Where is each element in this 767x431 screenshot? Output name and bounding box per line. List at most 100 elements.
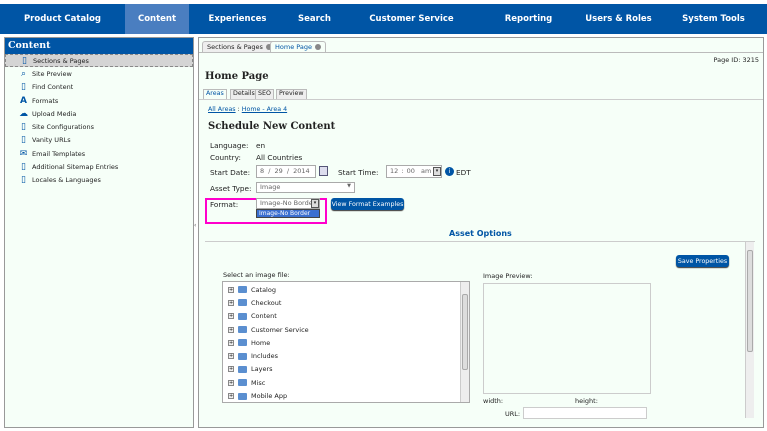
sidebar-item-vanity-urls[interactable]: ▯ Vanity URLs	[5, 134, 193, 147]
chevron-down-icon: ▼	[347, 183, 351, 189]
expand-icon[interactable]: +	[228, 366, 234, 373]
chevron-down-icon[interactable]: ▾	[311, 199, 319, 208]
expand-icon[interactable]: +	[228, 326, 234, 333]
tab-home-page[interactable]: Home Page	[270, 41, 326, 52]
asset-scrollbar[interactable]	[745, 242, 754, 418]
country-value: All Countries	[256, 153, 303, 162]
tab-sections-pages[interactable]: Sections & Pages	[202, 41, 277, 52]
expand-icon[interactable]: +	[228, 299, 234, 306]
page-icon: ▯	[22, 55, 27, 66]
nav-reporting[interactable]: Reporting	[480, 4, 577, 34]
nav-content[interactable]: Content	[125, 4, 189, 34]
nav-search[interactable]: Search	[286, 4, 343, 34]
collapse-handle[interactable]: ‹	[194, 222, 197, 234]
tree-folder-customer-service[interactable]: + Customer Service	[223, 323, 469, 336]
nav-users-roles[interactable]: Users & Roles	[577, 4, 660, 34]
url-input[interactable]	[523, 407, 647, 419]
month: 8	[260, 167, 265, 175]
format-option[interactable]: Image-No Border	[256, 209, 320, 218]
height-label: height:	[575, 397, 598, 405]
tree-folder-includes[interactable]: + Includes	[223, 349, 469, 362]
language-label: Language:	[210, 141, 249, 150]
sidebar-item-additional-sitemap[interactable]: ▯ Additional Sitemap Entries	[5, 160, 193, 173]
folder-icon	[238, 286, 247, 294]
expand-icon[interactable]: +	[228, 313, 234, 320]
sidebar-item-find-content[interactable]: ▯ Find Content	[5, 81, 193, 94]
expand-icon[interactable]: +	[228, 393, 234, 400]
sidebar-item-locales-languages[interactable]: ▯ Locales & Languages	[5, 174, 193, 187]
page-title: Home Page	[205, 71, 269, 82]
folder-label: Layers	[251, 365, 273, 374]
folder-label: Catalog	[251, 285, 276, 294]
folder-icon	[238, 392, 247, 400]
sidebar-item-label: Email Templates	[32, 149, 86, 158]
nav-system-tools[interactable]: System Tools	[660, 4, 767, 34]
sidebar-item-sections-pages[interactable]: ▯ Sections & Pages	[5, 54, 193, 68]
sidebar-item-upload-media[interactable]: ☁ Upload Media	[5, 107, 193, 120]
subtab-details[interactable]: Details	[230, 89, 258, 99]
folder-icon	[238, 352, 247, 360]
tree-folder-mobile-app[interactable]: + Mobile App	[223, 389, 469, 402]
folder-label: Mobile App	[251, 392, 288, 401]
width-label: width:	[483, 397, 504, 405]
top-nav: Product Catalog Content Experiences Sear…	[0, 4, 767, 34]
sidebar-title: Content	[5, 38, 193, 54]
folder-label: Checkout	[251, 298, 282, 307]
folder-icon	[238, 326, 247, 334]
minute: 00	[406, 167, 415, 175]
page-icon: ▯	[21, 175, 26, 186]
sidebar-item-label: Site Preview	[32, 69, 72, 78]
calendar-icon[interactable]	[319, 166, 328, 176]
breadcrumb-all-areas[interactable]: All Areas	[208, 106, 236, 113]
chevron-down-icon[interactable]: ▾	[433, 167, 441, 176]
nav-experiences[interactable]: Experiences	[189, 4, 286, 34]
nav-product-catalog[interactable]: Product Catalog	[0, 4, 125, 34]
page-icon: ▯	[21, 135, 26, 146]
divider	[199, 99, 763, 100]
page-id: Page ID: 3215	[713, 56, 759, 64]
view-format-examples-button[interactable]: View Format Examples	[331, 198, 404, 210]
sidebar-item-label: Locales & Languages	[32, 176, 101, 185]
tree-folder-layers[interactable]: + Layers	[223, 363, 469, 376]
timezone: EDT	[456, 168, 471, 177]
tree-folder-checkout[interactable]: + Checkout	[223, 296, 469, 309]
asset-type-select[interactable]: Image ▼	[256, 182, 355, 193]
subtab-areas[interactable]: Areas	[203, 89, 227, 99]
folder-icon	[238, 365, 247, 373]
expand-icon[interactable]: +	[228, 379, 234, 386]
day: 29	[274, 167, 283, 175]
subtab-preview[interactable]: Preview	[276, 89, 307, 99]
sidebar-item-label: Find Content	[32, 83, 74, 92]
sidebar-item-site-configurations[interactable]: ▯ Site Configurations	[5, 120, 193, 133]
image-file-tree: + Catalog + Checkout + Content + Customer Se…	[222, 281, 470, 403]
expand-icon[interactable]: +	[228, 339, 234, 346]
image-preview-box	[483, 283, 651, 394]
tree-folder-home[interactable]: + Home	[223, 336, 469, 349]
sidebar-item-email-templates[interactable]: ✉ Email Templates	[5, 147, 193, 160]
sidebar-item-site-preview[interactable]: ⌕ Site Preview	[5, 67, 193, 80]
expand-icon[interactable]: +	[228, 286, 234, 293]
close-icon[interactable]	[315, 44, 321, 50]
format-value: Image-No Border	[260, 199, 316, 207]
tree-folder-catalog[interactable]: + Catalog	[223, 283, 469, 296]
divider	[205, 241, 755, 242]
tree-folder-content[interactable]: + Content	[223, 310, 469, 323]
tree-scrollbar[interactable]	[460, 282, 469, 402]
info-icon[interactable]: i	[445, 167, 454, 176]
expand-icon[interactable]: +	[228, 353, 234, 360]
ampm: am	[421, 167, 432, 175]
save-properties-button[interactable]: Save Properties	[676, 255, 729, 267]
tab-label: Sections & Pages	[207, 43, 263, 51]
asset-options-title: Asset Options	[449, 229, 512, 238]
url-label: URL:	[505, 410, 521, 418]
folder-label: Content	[251, 312, 277, 321]
folder-label: Customer Service	[251, 325, 309, 334]
start-time-label: Start Time:	[338, 168, 379, 177]
tree-folder-misc[interactable]: + Misc	[223, 376, 469, 389]
folder-label: Misc	[251, 378, 266, 387]
sidebar-item-formats[interactable]: A Formats	[5, 94, 193, 107]
start-date-input[interactable]: 8 / 29 / 2014	[256, 165, 316, 178]
subtab-seo[interactable]: SEO	[255, 89, 274, 99]
breadcrumb-current[interactable]: Home - Area 4	[242, 106, 287, 113]
nav-customer-service[interactable]: Customer Service	[343, 4, 480, 34]
